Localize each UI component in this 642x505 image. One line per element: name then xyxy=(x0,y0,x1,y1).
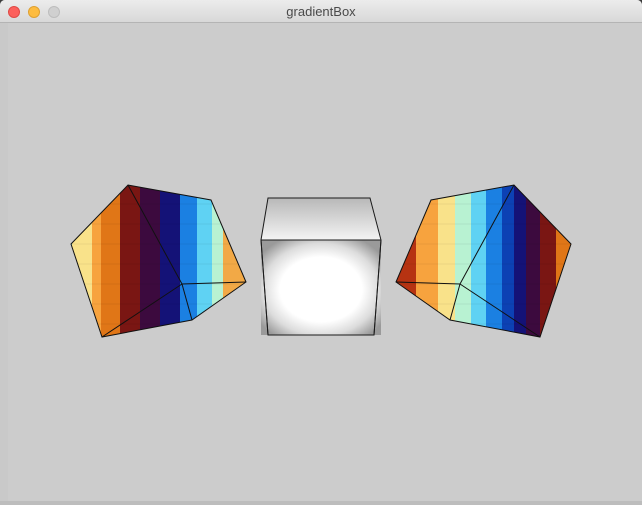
title-bar[interactable]: gradientBox xyxy=(0,0,642,23)
window-title: gradientBox xyxy=(286,4,356,19)
window-bottom-border xyxy=(0,501,642,505)
render-canvas[interactable] xyxy=(8,24,642,501)
left-colormap-cube xyxy=(71,185,246,337)
center-gradient-cube xyxy=(260,197,382,336)
app-window: gradientBox xyxy=(0,0,642,505)
window-left-border xyxy=(0,23,8,505)
